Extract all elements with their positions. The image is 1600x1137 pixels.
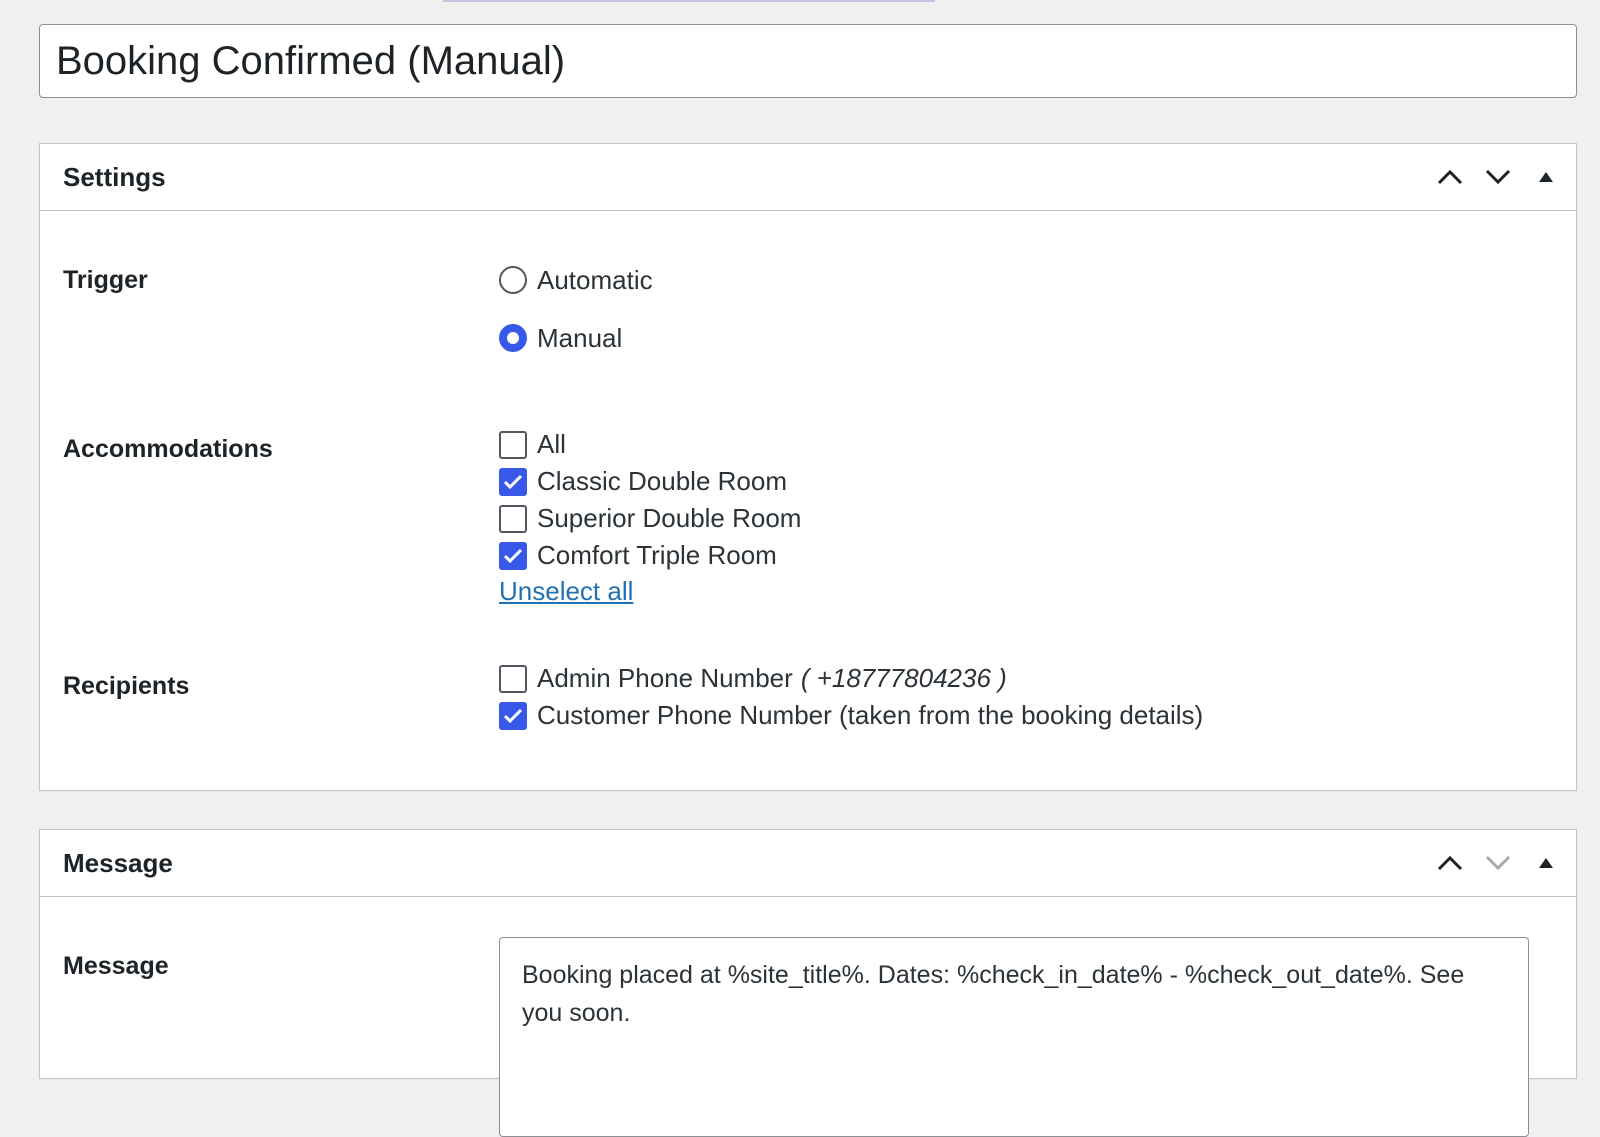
- move-up-button[interactable]: [1428, 155, 1472, 199]
- checkbox-all[interactable]: [499, 430, 527, 459]
- checkbox-comfort-triple-room[interactable]: [499, 541, 527, 570]
- settings-title: Settings: [63, 161, 166, 192]
- message-title: Message: [63, 847, 173, 878]
- recipient-option-admin[interactable]: Admin Phone Number ( +18777804236 ): [499, 660, 1203, 697]
- radio-manual[interactable]: [499, 324, 527, 352]
- checkbox-customer-phone[interactable]: [499, 701, 527, 730]
- trigger-option-automatic[interactable]: Automatic: [499, 264, 653, 296]
- message-field-label: Message: [63, 952, 169, 980]
- chevron-up-icon: [1437, 169, 1463, 185]
- radio-label: Manual: [537, 322, 623, 353]
- toggle-panel-button[interactable]: [1524, 155, 1568, 199]
- toggle-arrow-icon: [1539, 858, 1553, 868]
- checkbox-label: All: [537, 429, 566, 459]
- accommodation-option-classic-double[interactable]: Classic Double Room: [499, 463, 801, 500]
- move-down-button[interactable]: [1476, 155, 1520, 199]
- chevron-down-icon: [1485, 855, 1511, 871]
- trigger-option-manual[interactable]: Manual: [499, 322, 653, 354]
- message-postbox: Message Message Booking placed at %site_…: [39, 829, 1577, 1137]
- recipients-options: Admin Phone Number ( +18777804236 ) Cust…: [499, 660, 1203, 734]
- checkbox-classic-double-room[interactable]: [499, 467, 527, 496]
- unselect-all-link[interactable]: Unselect all: [499, 576, 633, 606]
- trigger-label: Trigger: [63, 266, 148, 294]
- message-postbox-header: Message: [40, 830, 1576, 897]
- checkbox-label: Comfort Triple Room: [537, 540, 777, 570]
- move-down-button[interactable]: [1476, 841, 1520, 885]
- checkbox-label: Superior Double Room: [537, 503, 802, 533]
- radio-label: Automatic: [537, 264, 653, 295]
- checkbox-label: Customer Phone Number (taken from the bo…: [537, 700, 1204, 730]
- checkbox-label: Classic Double Room: [537, 466, 787, 496]
- toggle-panel-button[interactable]: [1524, 841, 1568, 885]
- accommodations-label: Accommodations: [63, 435, 273, 463]
- settings-postbox: Settings Trigger Automatic Manual Accomm…: [39, 143, 1577, 791]
- checkbox-superior-double-room[interactable]: [499, 504, 527, 533]
- accommodations-options: All Classic Double Room Superior Double …: [499, 426, 801, 607]
- radio-automatic[interactable]: [499, 266, 527, 294]
- chevron-down-icon: [1485, 169, 1511, 185]
- settings-postbox-header: Settings: [40, 144, 1576, 211]
- checkbox-admin-phone[interactable]: [499, 664, 527, 693]
- trigger-options: Automatic Manual: [499, 264, 653, 354]
- message-handle-actions: [1428, 841, 1568, 885]
- settings-handle-actions: [1428, 155, 1568, 199]
- recipients-label: Recipients: [63, 672, 190, 700]
- accommodation-option-comfort-triple[interactable]: Comfort Triple Room: [499, 537, 801, 574]
- accommodation-option-all[interactable]: All: [499, 426, 801, 463]
- checkbox-label: Admin Phone Number: [537, 663, 793, 693]
- accommodation-option-superior-double[interactable]: Superior Double Room: [499, 500, 801, 537]
- admin-phone-number: ( +18777804236 ): [800, 663, 1007, 693]
- post-title-input[interactable]: [39, 24, 1577, 98]
- recipient-option-customer[interactable]: Customer Phone Number (taken from the bo…: [499, 697, 1203, 734]
- chevron-up-icon: [1437, 855, 1463, 871]
- move-up-button[interactable]: [1428, 841, 1472, 885]
- top-accent-bar: [443, 0, 935, 2]
- message-textarea[interactable]: Booking placed at %site_title%. Dates: %…: [499, 937, 1529, 1137]
- toggle-arrow-icon: [1539, 172, 1553, 182]
